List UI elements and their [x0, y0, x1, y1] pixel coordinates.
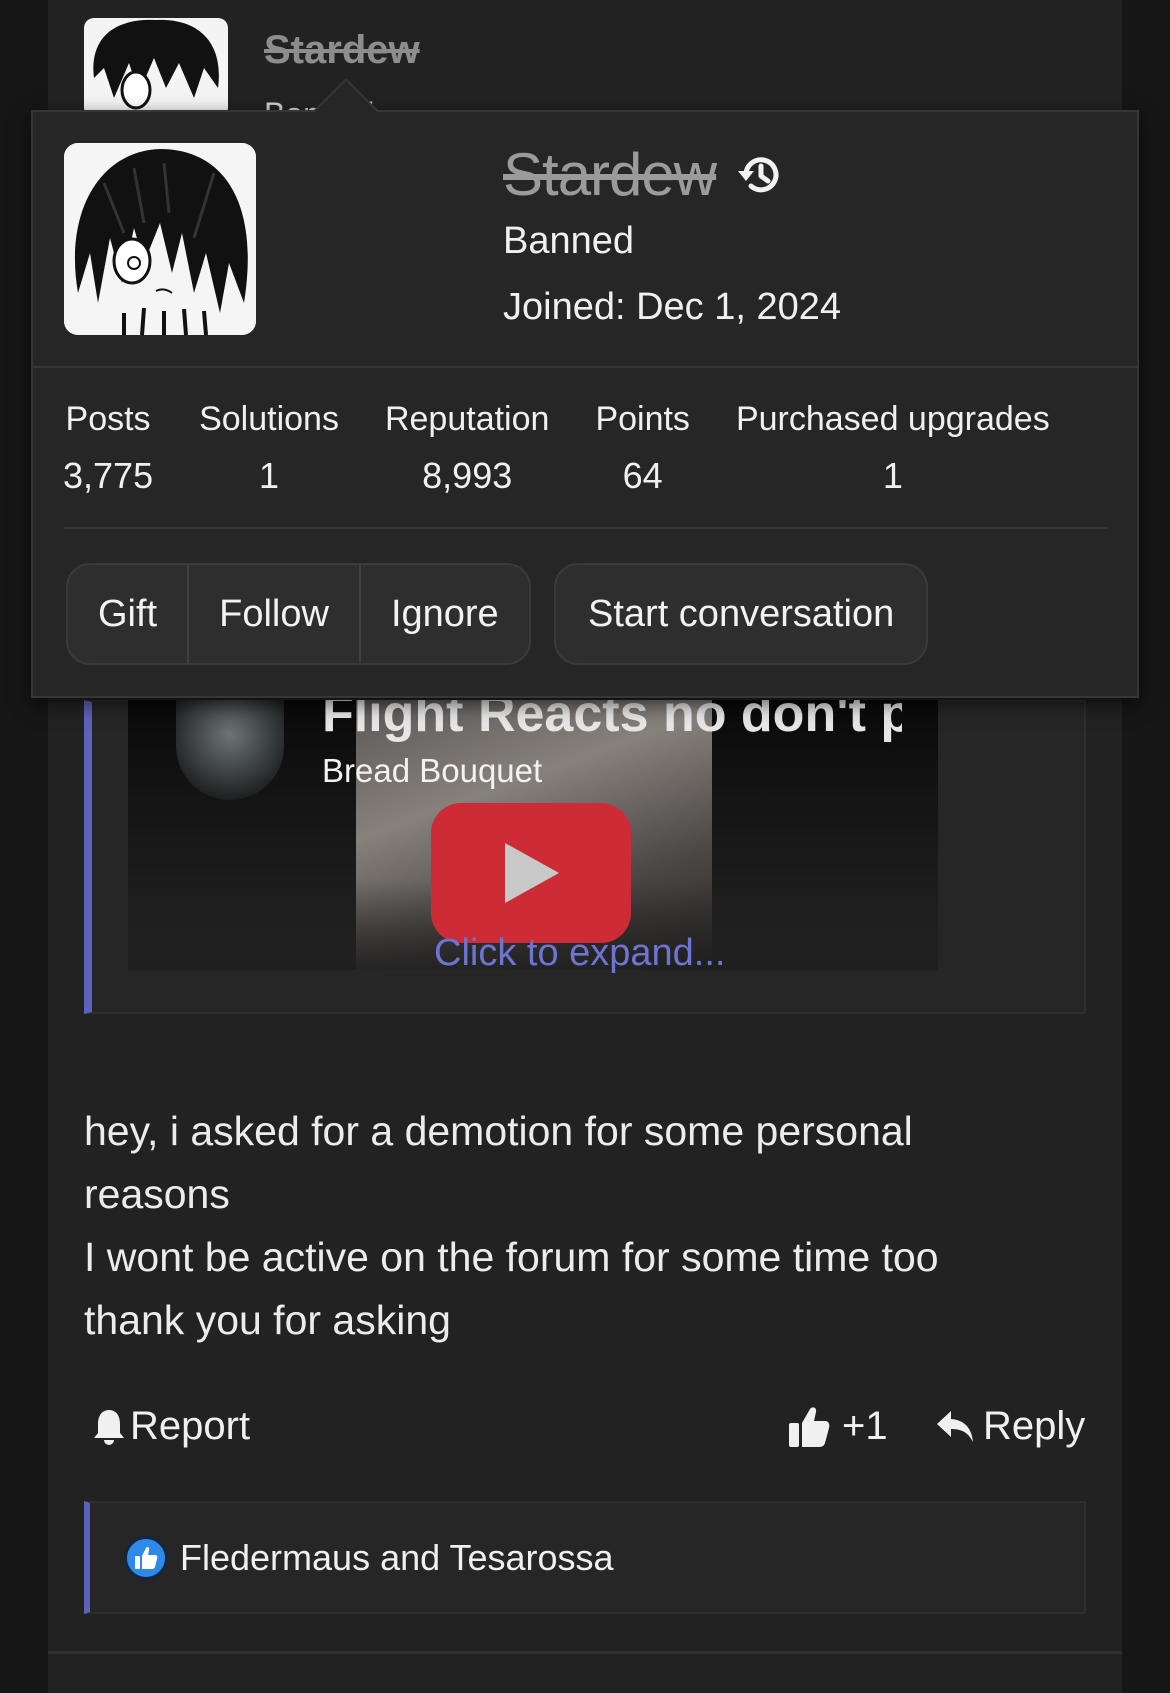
like-count: +1 — [842, 1404, 888, 1448]
gift-button[interactable]: Gift — [68, 565, 190, 663]
thumbs-up-icon — [789, 1406, 830, 1447]
member-avatar[interactable] — [64, 143, 256, 335]
click-to-expand-link[interactable]: Click to expand... — [434, 932, 725, 975]
member-action-buttons: Gift Follow Ignore — [66, 563, 531, 665]
reply-arrow-icon — [937, 1410, 973, 1442]
tooltip-arrow-fill — [314, 81, 378, 113]
post-message: hey, i asked for a demotion for some per… — [84, 1100, 1094, 1352]
username-history-icon[interactable] — [734, 149, 786, 201]
post-text-line: reasons — [84, 1171, 230, 1217]
post-text-line: hey, i asked for a demotion for some per… — [84, 1108, 913, 1154]
member-stats: Posts 3,775 Solutions 1 Reputation 8,993… — [63, 400, 1050, 497]
stat-value: 64 — [622, 455, 663, 496]
stat-label: Purchased upgrades — [735, 400, 1050, 438]
reply-label: Reply — [983, 1404, 1086, 1448]
follow-button[interactable]: Follow — [189, 565, 361, 663]
post-text-line: thank you for asking — [84, 1297, 451, 1343]
reply-button[interactable]: Reply — [935, 1404, 1085, 1449]
like-reaction-icon — [124, 1535, 168, 1580]
tooltip-divider — [64, 527, 1108, 529]
stat-purchased-upgrades[interactable]: Purchased upgrades 1 — [736, 400, 1050, 497]
post-author-username[interactable]: Stardew — [264, 28, 420, 73]
stat-label: Points — [595, 400, 690, 438]
stat-value: 8,993 — [422, 455, 513, 496]
reactions-users[interactable]: Fledermaus and Tesarossa — [180, 1537, 614, 1579]
tooltip-divider — [33, 366, 1137, 368]
member-joined-date: Joined: Dec 1, 2024 — [503, 286, 842, 328]
stat-solutions[interactable]: Solutions 1 — [199, 400, 339, 497]
member-user-title: Banned — [503, 220, 635, 262]
video-channel-name[interactable]: Bread Bouquet — [322, 752, 542, 790]
member-username[interactable]: Stardew — [503, 140, 717, 209]
stat-label: Reputation — [384, 400, 550, 438]
stat-reputation[interactable]: Reputation 8,993 — [385, 400, 549, 497]
report-button[interactable]: Report — [92, 1404, 250, 1449]
post-author-avatar[interactable] — [84, 18, 228, 118]
member-name-row: Stardew — [503, 140, 786, 209]
stat-posts[interactable]: Posts 3,775 — [63, 400, 153, 497]
start-conversation-button[interactable]: Start conversation — [554, 563, 929, 665]
stat-value: 1 — [882, 455, 903, 496]
post-text-line: I wont be active on the forum for some t… — [84, 1234, 939, 1280]
like-button[interactable]: +1 — [788, 1404, 888, 1449]
channel-avatar[interactable] — [176, 700, 284, 800]
report-label: Report — [130, 1404, 251, 1448]
ignore-button[interactable]: Ignore — [361, 565, 529, 663]
video-title[interactable]: Flight Reacts no don't p — [322, 700, 902, 744]
stat-points[interactable]: Points 64 — [595, 400, 690, 497]
post-divider — [48, 1651, 1122, 1654]
stat-label: Posts — [65, 400, 151, 438]
stat-value: 3,775 — [63, 455, 154, 496]
stat-label: Solutions — [199, 400, 339, 438]
bell-icon — [94, 1409, 124, 1445]
member-tooltip: Stardew Banned Joined: Dec 1, 2024 Posts… — [31, 110, 1139, 698]
youtube-play-button[interactable] — [431, 803, 631, 943]
youtube-embed[interactable]: Flight Reacts no don't p Bread Bouquet — [128, 700, 938, 970]
play-icon — [505, 843, 559, 903]
reactions-bar[interactable]: Fledermaus and Tesarossa — [84, 1501, 1086, 1614]
stat-value: 1 — [259, 455, 280, 496]
